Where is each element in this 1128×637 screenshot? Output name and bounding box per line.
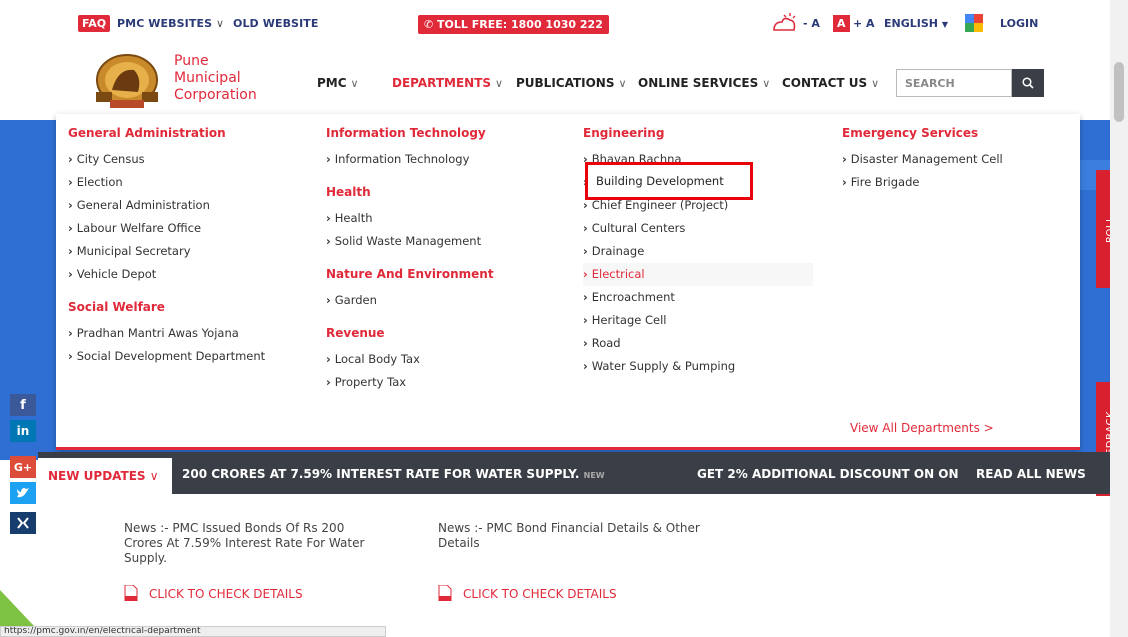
category-emergency-services[interactable]: Emergency Services	[842, 126, 1003, 140]
news-item-1[interactable]: News :- PMC Issued Bonds Of Rs 200 Crore…	[124, 521, 386, 566]
linkedin-icon[interactable]: in	[10, 420, 36, 442]
scrollbar-thumb[interactable]	[1114, 62, 1124, 122]
category-engineering[interactable]: Engineering	[583, 126, 813, 140]
font-decrease-button[interactable]: - A	[803, 17, 820, 30]
menu-item-heritage-cell[interactable]: Heritage Cell	[583, 309, 813, 332]
pmc-logo[interactable]	[88, 54, 166, 110]
twitter-icon[interactable]	[10, 482, 36, 504]
ticker-item-2[interactable]: GET 2% ADDITIONAL DISCOUNT ON ONI	[697, 467, 959, 481]
category-revenue[interactable]: Revenue	[326, 326, 494, 340]
menu-item-municipal-secretary[interactable]: Municipal Secretary	[68, 240, 265, 263]
google-translate-icon[interactable]	[965, 14, 983, 32]
category-nature-environment[interactable]: Nature And Environment	[326, 267, 494, 281]
menu-item-pmay[interactable]: Pradhan Mantri Awas Yojana	[68, 322, 265, 345]
nav-contact-us[interactable]: CONTACT US ∨	[782, 76, 879, 90]
menu-item-drainage[interactable]: Drainage	[583, 240, 813, 263]
category-health[interactable]: Health	[326, 185, 494, 199]
old-website-link[interactable]: OLD WEBSITE	[233, 17, 319, 30]
font-increase-button[interactable]: + A	[853, 17, 875, 30]
login-link[interactable]: LOGIN	[1000, 17, 1038, 30]
nav-online-services[interactable]: ONLINE SERVICES ∨	[638, 76, 770, 90]
toll-free-badge[interactable]: ✆ TOLL FREE: 1800 1030 222	[418, 15, 609, 34]
category-information-technology[interactable]: Information Technology	[326, 126, 494, 140]
highlighted-building-development[interactable]: Building Development	[596, 174, 724, 188]
menu-item-solid-waste[interactable]: Solid Waste Management	[326, 230, 494, 253]
pdf-icon	[438, 585, 452, 601]
search-button[interactable]	[1012, 69, 1044, 97]
read-all-news-link[interactable]: READ ALL NEWS	[976, 467, 1086, 481]
pdf-icon	[124, 585, 138, 601]
menu-column-2: Information Technology Information Techn…	[326, 126, 494, 394]
menu-column-1: General Administration City Census Elect…	[68, 126, 265, 368]
green-corner-decoration	[0, 590, 34, 626]
weather-icon	[773, 13, 796, 31]
menu-item-vehicle-depot[interactable]: Vehicle Depot	[68, 263, 265, 286]
menu-item-information-technology[interactable]: Information Technology	[326, 148, 494, 171]
menu-item-encroachment[interactable]: Encroachment	[583, 286, 813, 309]
brand-name[interactable]: Pune Municipal Corporation	[174, 53, 257, 104]
browser-status-url: https://pmc.gov.in/en/electrical-departm…	[0, 626, 386, 637]
menu-item-general-administration[interactable]: General Administration	[68, 194, 265, 217]
departments-mega-menu: General Administration City Census Elect…	[56, 114, 1080, 450]
menu-item-labour-welfare[interactable]: Labour Welfare Office	[68, 217, 265, 240]
menu-item-garden[interactable]: Garden	[326, 289, 494, 312]
check-details-link-1[interactable]: CLICK TO CHECK DETAILS	[149, 587, 303, 601]
nav-publications[interactable]: PUBLICATIONS ∨	[516, 76, 627, 90]
category-general-administration[interactable]: General Administration	[68, 126, 265, 140]
check-details-link-2[interactable]: CLICK TO CHECK DETAILS	[463, 587, 617, 601]
menu-item-social-development[interactable]: Social Development Department	[68, 345, 265, 368]
category-social-welfare[interactable]: Social Welfare	[68, 300, 265, 314]
menu-item-cultural-centers[interactable]: Cultural Centers	[583, 217, 813, 240]
top-bar: FAQ PMC WEBSITES ∨ OLD WEBSITE ✆ TOLL FR…	[0, 0, 1110, 50]
menu-column-4: Emergency Services Disaster Management C…	[842, 126, 1003, 194]
pmc-websites-link[interactable]: PMC WEBSITES ∨	[117, 17, 224, 30]
menu-item-fire-brigade[interactable]: Fire Brigade	[842, 171, 1003, 194]
nav-pmc[interactable]: PMC ∨	[317, 76, 359, 90]
new-updates-button[interactable]: NEW UPDATES ∨	[38, 458, 172, 494]
menu-item-health[interactable]: Health	[326, 207, 494, 230]
ticker-item-1[interactable]: 200 CRORES AT 7.59% INTEREST RATE FOR WA…	[182, 467, 605, 481]
menu-item-road[interactable]: Road	[583, 332, 813, 355]
google-plus-icon[interactable]: G+	[10, 456, 36, 478]
menu-item-election[interactable]: Election	[68, 171, 265, 194]
search-icon	[1022, 77, 1034, 89]
faq-link[interactable]: FAQ	[78, 15, 111, 32]
nav-departments[interactable]: DEPARTMENTS ∨	[392, 76, 503, 90]
font-normal-button[interactable]: A	[833, 15, 850, 32]
facebook-icon[interactable]: f	[10, 394, 36, 416]
menu-item-disaster-management[interactable]: Disaster Management Cell	[842, 148, 1003, 171]
search-input[interactable]: SEARCH	[896, 69, 1012, 97]
menu-item-city-census[interactable]: City Census	[68, 148, 265, 171]
menu-item-water-supply[interactable]: Water Supply & Pumping	[583, 355, 813, 378]
view-all-departments-link[interactable]: View All Departments >	[850, 421, 994, 435]
news-item-2[interactable]: News :- PMC Bond Financial Details & Oth…	[438, 521, 700, 551]
language-select[interactable]: ENGLISH ▼	[884, 17, 948, 30]
share-icon[interactable]	[10, 512, 36, 534]
menu-item-electrical[interactable]: Electrical	[583, 263, 813, 286]
menu-item-local-body-tax[interactable]: Local Body Tax	[326, 348, 494, 371]
menu-item-property-tax[interactable]: Property Tax	[326, 371, 494, 394]
